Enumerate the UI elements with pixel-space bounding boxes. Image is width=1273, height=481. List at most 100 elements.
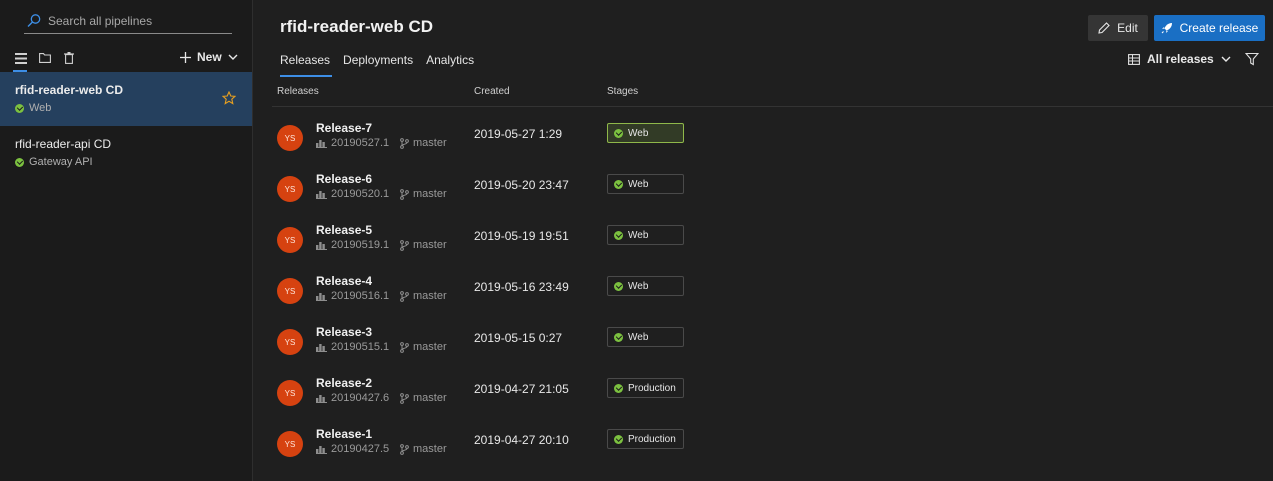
success-icon	[614, 434, 623, 444]
sidebar-item-rfid-reader-api[interactable]: rfid-reader-api CD Gateway API	[0, 126, 252, 180]
branch-info: master	[400, 239, 447, 251]
branch-name: master	[413, 188, 447, 200]
page-title: rfid-reader-web CD	[280, 17, 434, 36]
build-info: 20190519.1	[316, 239, 389, 251]
new-button-label: New	[197, 50, 222, 64]
search-icon	[27, 13, 41, 27]
branch-name: master	[413, 239, 447, 251]
stage-badge[interactable]: Web	[607, 123, 684, 143]
pencil-icon	[1098, 22, 1110, 34]
pipeline-search[interactable]	[24, 8, 232, 34]
branch-icon	[400, 392, 409, 404]
branch-name: master	[413, 137, 447, 149]
build-info: 20190520.1	[316, 188, 389, 200]
avatar: YS	[277, 125, 303, 151]
release-row[interactable]: YS Release-4 20190516.1 master 2019-05-1…	[272, 261, 1273, 312]
create-release-button[interactable]: Create release	[1154, 15, 1265, 41]
pipelines-sidebar: New rfid-reader-web CD Web rfid-reader-a…	[0, 0, 253, 481]
new-pipeline-button[interactable]: New	[180, 50, 238, 64]
build-number: 20190427.5	[331, 443, 390, 455]
release-name[interactable]: Release-2	[316, 376, 372, 390]
all-releases-label: All releases	[1147, 52, 1214, 66]
build-icon	[316, 140, 327, 148]
success-icon	[614, 383, 623, 393]
release-name[interactable]: Release-3	[316, 325, 372, 339]
success-icon	[614, 332, 623, 342]
created-date: 2019-05-19 19:51	[474, 229, 569, 243]
tab-analytics[interactable]: Analytics	[426, 53, 474, 77]
stage-badge[interactable]: Web	[607, 174, 684, 194]
stage-badge[interactable]: Web	[607, 225, 684, 245]
stage-badge[interactable]: Production	[607, 378, 684, 398]
branch-name: master	[413, 392, 447, 404]
created-date: 2019-04-27 21:05	[474, 382, 569, 396]
delete-icon[interactable]	[62, 50, 76, 66]
build-number: 20190515.1	[331, 341, 390, 353]
stage-badge[interactable]: Web	[607, 276, 684, 296]
created-date: 2019-05-15 0:27	[474, 331, 563, 345]
sidebar-view-toolbar	[13, 50, 76, 72]
pipeline-stage: Web	[29, 102, 52, 114]
build-icon	[316, 446, 327, 454]
release-row[interactable]: YS Release-2 20190427.6 master 2019-04-2…	[272, 363, 1273, 414]
folder-view-icon[interactable]	[38, 50, 52, 66]
branch-info: master	[400, 188, 447, 200]
list-view-icon[interactable]	[13, 50, 28, 72]
release-row[interactable]: YS Release-3 20190515.1 master 2019-05-1…	[272, 312, 1273, 363]
branch-info: master	[400, 341, 447, 353]
build-number: 20190427.6	[331, 392, 390, 404]
rocket-icon	[1161, 23, 1172, 34]
edit-button[interactable]: Edit	[1088, 15, 1148, 41]
avatar: YS	[277, 380, 303, 406]
pipeline-stage: Gateway API	[29, 156, 93, 168]
plus-icon	[180, 51, 191, 63]
created-date: 2019-05-27 1:29	[474, 127, 563, 141]
created-date: 2019-05-20 23:47	[474, 178, 569, 192]
column-header-releases: Releases	[277, 86, 319, 97]
build-icon	[316, 242, 327, 250]
branch-info: master	[400, 443, 447, 455]
edit-button-label: Edit	[1117, 21, 1138, 35]
build-info: 20190427.5	[316, 443, 389, 455]
chevron-down-icon	[1221, 56, 1231, 62]
tab-releases[interactable]: Releases	[280, 53, 333, 77]
release-name[interactable]: Release-4	[316, 274, 372, 288]
build-icon	[316, 293, 327, 301]
stage-name: Web	[628, 331, 649, 343]
release-name[interactable]: Release-7	[316, 121, 372, 135]
branch-icon	[400, 137, 409, 149]
favorite-star-icon[interactable]	[222, 91, 236, 105]
table-view-icon	[1128, 53, 1140, 65]
branch-icon	[400, 341, 409, 353]
release-name[interactable]: Release-6	[316, 172, 372, 186]
tab-deployments[interactable]: Deployments	[343, 53, 413, 77]
branch-icon	[400, 443, 409, 455]
release-name[interactable]: Release-1	[316, 427, 372, 441]
search-input[interactable]	[48, 13, 218, 28]
avatar: YS	[277, 329, 303, 355]
release-row[interactable]: YS Release-7 20190527.1 master 2019-05-2…	[272, 108, 1273, 159]
release-row[interactable]: YS Release-6 20190520.1 master 2019-05-2…	[272, 159, 1273, 210]
success-icon	[614, 281, 623, 291]
created-date: 2019-05-16 23:49	[474, 280, 569, 294]
release-name[interactable]: Release-5	[316, 223, 372, 237]
build-number: 20190527.1	[331, 137, 390, 149]
build-info: 20190527.1	[316, 137, 389, 149]
filter-icon[interactable]	[1245, 52, 1259, 66]
stage-badge[interactable]: Web	[607, 327, 684, 347]
success-icon	[614, 128, 623, 138]
pipeline-name: rfid-reader-web CD	[15, 83, 124, 97]
release-row[interactable]: YS Release-1 20190427.5 master 2019-04-2…	[272, 414, 1273, 465]
stage-badge[interactable]: Production	[607, 429, 684, 449]
branch-icon	[400, 188, 409, 200]
success-icon	[614, 230, 623, 240]
release-row[interactable]: YS Release-5 20190519.1 master 2019-05-1…	[272, 210, 1273, 261]
create-release-label: Create release	[1179, 21, 1259, 35]
success-icon	[614, 179, 623, 189]
all-releases-dropdown[interactable]: All releases	[1128, 52, 1231, 66]
branch-icon	[400, 290, 409, 302]
stage-name: Production	[628, 382, 676, 394]
sidebar-item-rfid-reader-web[interactable]: rfid-reader-web CD Web	[0, 72, 252, 126]
avatar: YS	[277, 431, 303, 457]
created-date: 2019-04-27 20:10	[474, 433, 569, 447]
